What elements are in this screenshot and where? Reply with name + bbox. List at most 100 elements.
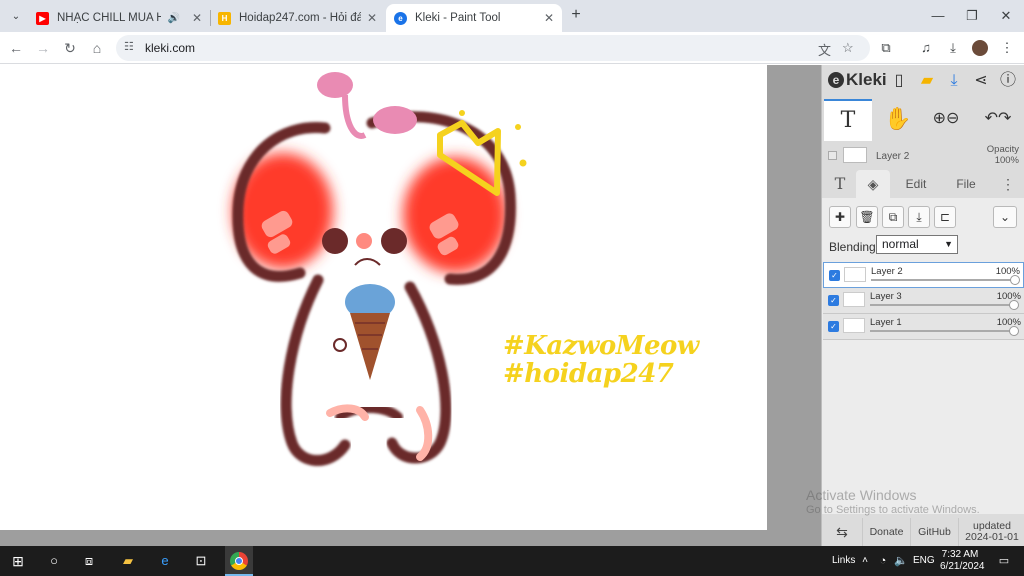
layer-name: Layer 3 bbox=[870, 291, 902, 302]
chrome-menu-icon[interactable]: ⋮ bbox=[997, 38, 1017, 58]
language-indicator[interactable]: ENG bbox=[913, 555, 935, 566]
reload-icon[interactable]: ↻ bbox=[60, 38, 80, 58]
rename-layer-icon[interactable]: ⊏ bbox=[934, 206, 956, 228]
speaker-icon[interactable]: 🔊 bbox=[167, 13, 179, 24]
canvas-workspace[interactable]: #KazwoMeow #hoidap247 bbox=[0, 65, 821, 546]
layer-name: Layer 1 bbox=[870, 317, 902, 328]
layer-menu-chevron-icon[interactable]: ⌄ bbox=[993, 206, 1017, 228]
delete-layer-icon[interactable]: 🗑 bbox=[856, 206, 878, 228]
new-image-icon[interactable]: ▯ bbox=[888, 70, 910, 92]
edge-browser-icon[interactable]: e bbox=[155, 551, 175, 571]
opacity-label: Opacity bbox=[986, 144, 1019, 155]
tab-hoidap247[interactable]: H Hoidap247.com - Hỏi đáp onlin ✕ bbox=[210, 4, 385, 32]
file-explorer-icon[interactable]: ▰ bbox=[118, 551, 138, 571]
layer-opacity-knob[interactable] bbox=[1010, 275, 1020, 285]
layer-preview-name: Layer 2 bbox=[876, 151, 910, 162]
links-toolbar[interactable]: Links bbox=[832, 555, 855, 566]
hand-tool-icon[interactable]: ✋ bbox=[878, 99, 918, 141]
tab-edit[interactable]: Edit bbox=[896, 170, 936, 198]
windows-start-icon[interactable]: ⊞ bbox=[8, 551, 28, 571]
layer-row-layer-2[interactable]: ✓ Layer 2 100% bbox=[823, 262, 1024, 288]
zoom-in-out-icon[interactable]: ⊕⊖ bbox=[926, 99, 966, 141]
layer-name: Layer 2 bbox=[871, 266, 903, 277]
layer-opacity-slider[interactable] bbox=[871, 279, 1013, 281]
tab-youtube[interactable]: ▶ NHẠC CHILL MÙA HÈ - Nắng 🔊 ✕ bbox=[28, 4, 210, 32]
tab-close-icon[interactable]: ✕ bbox=[544, 11, 554, 25]
updated-info[interactable]: updated 2024-01-01 bbox=[958, 518, 1024, 546]
taskbar-clock[interactable]: 7:32 AM 6/21/2024 bbox=[940, 549, 985, 573]
bookmark-star-icon[interactable]: ☆ bbox=[842, 40, 854, 56]
tab-layers-icon[interactable]: ◈ bbox=[856, 170, 890, 198]
merge-down-icon[interactable]: ⤓ bbox=[908, 206, 930, 228]
tab-text-icon[interactable]: T bbox=[826, 170, 854, 198]
tab-title: NHẠC CHILL MÙA HÈ - Nắng bbox=[57, 12, 162, 24]
drawing-canvas[interactable]: #KazwoMeow #hoidap247 bbox=[0, 65, 767, 530]
layer-opacity-knob[interactable] bbox=[1009, 300, 1019, 310]
tray-overflow-chevron-icon[interactable]: ˄ bbox=[855, 551, 875, 571]
layer-thumbnail bbox=[843, 318, 865, 333]
kleki-top-bar: e Kleki ▯ ▰ ⤓ ⋖ ⓘ bbox=[822, 65, 1024, 97]
duplicate-layer-icon[interactable]: ⧉ bbox=[882, 206, 904, 228]
task-view-icon[interactable]: ⧈ bbox=[79, 551, 99, 571]
donate-link[interactable]: Donate bbox=[862, 518, 910, 546]
blending-select[interactable]: normal ▼ bbox=[876, 235, 958, 254]
add-layer-icon[interactable]: ✚ bbox=[829, 206, 851, 228]
translate-icon[interactable]: 文 bbox=[818, 40, 831, 59]
wifi-icon[interactable]: ◔ bbox=[873, 551, 893, 571]
restore-icon[interactable]: ❐ bbox=[962, 6, 982, 26]
layer-thumbnail bbox=[843, 292, 865, 307]
layer-row-layer-3[interactable]: ✓ Layer 3 100% bbox=[823, 288, 1024, 314]
opacity-readout: Opacity 100% bbox=[987, 144, 1019, 166]
blending-label: Blending bbox=[829, 240, 876, 254]
search-circle-icon[interactable]: ○ bbox=[44, 551, 64, 571]
tab-search-chevron-icon[interactable]: ⌄ bbox=[6, 6, 26, 26]
open-folder-icon[interactable]: ▰ bbox=[916, 70, 938, 92]
profile-avatar[interactable] bbox=[972, 40, 988, 56]
tab-file[interactable]: File bbox=[946, 170, 986, 198]
home-icon[interactable]: ⌂ bbox=[87, 38, 107, 58]
share-icon[interactable]: ⋖ bbox=[970, 70, 992, 92]
chrome-taskbar-active[interactable] bbox=[225, 546, 253, 576]
help-icon[interactable]: ⓘ bbox=[997, 70, 1019, 92]
layer-visibility-checkbox[interactable]: ✓ bbox=[828, 321, 839, 332]
tab-close-icon[interactable]: ✕ bbox=[367, 11, 377, 25]
layer-opacity-knob[interactable] bbox=[1009, 326, 1019, 336]
layer-opacity-slider[interactable] bbox=[870, 304, 1012, 306]
extensions-puzzle-icon[interactable]: ⧉ bbox=[876, 38, 896, 58]
kleki-logo[interactable]: e Kleki bbox=[828, 70, 887, 90]
clock-date: 6/21/2024 bbox=[940, 561, 985, 572]
layer-visibility-checkbox[interactable]: ✓ bbox=[828, 295, 839, 306]
volume-icon[interactable]: 🔈 bbox=[891, 551, 911, 571]
layer-row-layer-1[interactable]: ✓ Layer 1 100% bbox=[823, 314, 1024, 340]
media-controls-icon[interactable]: ♫ bbox=[916, 38, 936, 58]
current-layer-preview: Layer 2 Opacity 100% bbox=[822, 143, 1024, 171]
url-text[interactable]: kleki.com bbox=[145, 41, 195, 55]
kleki-logo-text: Kleki bbox=[846, 70, 887, 89]
text-tool-button[interactable]: T bbox=[824, 99, 872, 141]
notification-icon[interactable]: ▭ bbox=[994, 551, 1014, 571]
save-download-icon[interactable]: ⤓ bbox=[943, 70, 965, 92]
kleki-favicon-icon: e bbox=[394, 11, 407, 25]
tab-close-icon[interactable]: ✕ bbox=[192, 11, 202, 25]
swap-panel-icon[interactable]: ⇆ bbox=[822, 518, 862, 546]
minimize-icon[interactable]: — bbox=[928, 6, 948, 26]
new-tab-button[interactable]: + bbox=[567, 6, 585, 24]
site-settings-icon[interactable]: ☷ bbox=[124, 40, 134, 53]
downloads-icon[interactable]: ⤓ bbox=[943, 38, 963, 58]
tab-kleki[interactable]: e Kleki - Paint Tool ✕ bbox=[386, 4, 562, 32]
github-link[interactable]: GitHub bbox=[910, 518, 958, 546]
address-bar[interactable]: ☷ kleki.com 文 ☆ bbox=[116, 35, 870, 61]
forward-arrow-icon[interactable]: → bbox=[33, 38, 53, 58]
more-options-icon[interactable]: ⋮ bbox=[998, 170, 1018, 198]
hashtag-hoidap247: #hoidap247 bbox=[503, 359, 674, 389]
layer-opacity-slider[interactable] bbox=[870, 330, 1012, 332]
layer-visibility-checkbox[interactable]: ✓ bbox=[829, 270, 840, 281]
kleki-subtabs: T ◈ Edit File ⋮ bbox=[822, 170, 1024, 198]
window-close-icon[interactable]: ✕ bbox=[996, 6, 1016, 26]
activate-windows-watermark: Activate Windows Go to Settings to activ… bbox=[806, 487, 980, 516]
store-icon[interactable]: ⊡ bbox=[191, 551, 211, 571]
windows-taskbar: ⊞ ○ ⧈ ▰ e ⊡ Links ˄ ◔ 🔈 ENG 7:32 AM 6/21… bbox=[0, 546, 1024, 576]
undo-redo-icon[interactable]: ↶↷ bbox=[978, 99, 1018, 141]
layer-preview-checkbox[interactable] bbox=[828, 151, 837, 160]
back-arrow-icon[interactable]: ← bbox=[6, 38, 26, 58]
